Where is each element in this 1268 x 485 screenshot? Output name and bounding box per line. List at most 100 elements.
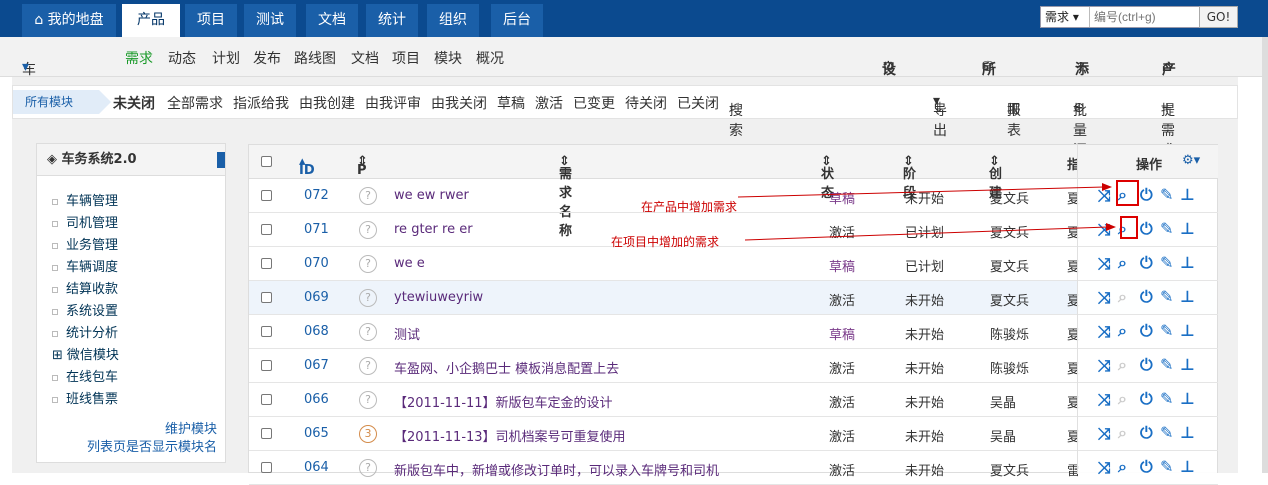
- table-row[interactable]: 071? re gter re er 激活 已计划 夏文兵夏: [249, 213, 1217, 247]
- review-icon[interactable]: ⌕: [1118, 389, 1127, 409]
- search-input[interactable]: [1091, 7, 1199, 27]
- export-button[interactable]: ⇓ 导出 ▾: [933, 93, 947, 139]
- table-row[interactable]: 070? we e 草稿 已计划 夏文兵夏: [249, 247, 1217, 281]
- edit-icon[interactable]: ✎: [1160, 321, 1173, 340]
- expand-icon[interactable]: ⊞: [52, 348, 63, 363]
- maintain-module-link[interactable]: 维护模块: [165, 418, 217, 437]
- table-row[interactable]: 064? 新版包车中，新增或修改订单时，可以录入车牌号和司机 激活 未开始 夏文兵雷: [249, 451, 1217, 485]
- review-icon[interactable]: ⌕: [1118, 423, 1127, 443]
- close-power-icon[interactable]: ⏻: [1140, 389, 1153, 409]
- tab-project[interactable]: 项目: [185, 4, 237, 37]
- sub-item-release[interactable]: 发布: [253, 48, 281, 68]
- row-checkbox[interactable]: [261, 462, 272, 473]
- review-icon[interactable]: ⌕: [1118, 321, 1127, 341]
- story-title[interactable]: 车盈网、小企鹅巴士 模板消息配置上去: [394, 358, 619, 377]
- story-title[interactable]: 新版包车中，新增或修改订单时，可以录入车牌号和司机: [394, 460, 719, 479]
- sitemap-icon[interactable]: ⊥: [1180, 457, 1195, 476]
- sub-item-dynamic[interactable]: 动态: [168, 48, 196, 68]
- module-item[interactable]: 系统设置: [52, 300, 118, 319]
- table-row[interactable]: 066? 【2011-11-11】新版包车定金的设计 激活 未开始 吴晶夏: [249, 383, 1217, 417]
- sitemap-icon[interactable]: ⊥: [1180, 253, 1195, 272]
- row-checkbox[interactable]: [261, 394, 272, 405]
- search-type-select[interactable]: 需求 ▾: [1041, 7, 1090, 27]
- row-checkbox[interactable]: [261, 224, 272, 235]
- module-item[interactable]: 在线包车: [52, 366, 118, 385]
- col-stage[interactable]: 阶段 ⇕: [903, 154, 916, 201]
- change-icon[interactable]: ⤨: [1098, 424, 1111, 444]
- change-icon[interactable]: ⤨: [1098, 220, 1111, 240]
- filter-to-close[interactable]: 待关闭: [625, 93, 667, 113]
- row-checkbox[interactable]: [261, 326, 272, 337]
- filter-created[interactable]: 由我创建: [299, 93, 355, 113]
- tab-product[interactable]: 产品: [122, 4, 180, 37]
- filter-closed-by-me[interactable]: 由我关闭: [431, 93, 487, 113]
- filter-draft[interactable]: 草稿: [497, 93, 525, 113]
- change-icon[interactable]: ⤨: [1098, 458, 1111, 478]
- edit-icon[interactable]: ✎: [1160, 457, 1173, 476]
- story-id[interactable]: 066: [304, 392, 329, 407]
- filter-unclosed[interactable]: 未关闭: [113, 93, 155, 113]
- story-id[interactable]: 068: [304, 324, 329, 339]
- filter-assigned[interactable]: 指派给我: [233, 93, 289, 113]
- edit-icon[interactable]: ✎: [1160, 389, 1173, 408]
- story-id[interactable]: 070: [304, 256, 329, 271]
- row-checkbox[interactable]: [261, 360, 272, 371]
- filter-changed[interactable]: 已变更: [573, 93, 615, 113]
- story-title[interactable]: ytewiuweyriw: [394, 290, 483, 305]
- table-row[interactable]: 069? ytewiuweyriw 激活 未开始 夏文兵夏: [249, 281, 1217, 315]
- story-id[interactable]: 067: [304, 358, 329, 373]
- row-checkbox[interactable]: [261, 292, 272, 303]
- sub-item-module[interactable]: 模块: [434, 48, 462, 68]
- table-row[interactable]: 065 3 【2011-11-13】司机档案号可重复使用 激活 未开始 吴晶夏: [249, 417, 1217, 451]
- sitemap-icon[interactable]: ⊥: [1180, 355, 1195, 374]
- change-icon[interactable]: ⤨: [1098, 322, 1111, 342]
- story-title[interactable]: re gter re er: [394, 222, 473, 237]
- column-settings-icon[interactable]: ⚙▾: [1182, 153, 1200, 168]
- edit-icon[interactable]: ✎: [1160, 185, 1173, 204]
- tab-doc[interactable]: 文档: [306, 4, 358, 37]
- sub-item-overview[interactable]: 概况: [476, 48, 504, 68]
- tab-stats[interactable]: 统计: [366, 4, 418, 37]
- close-power-icon[interactable]: ⏻: [1140, 219, 1153, 239]
- row-checkbox[interactable]: [261, 428, 272, 439]
- search-go-button[interactable]: GO!: [1199, 6, 1238, 28]
- module-item[interactable]: 车辆调度: [52, 256, 118, 275]
- review-icon[interactable]: ⌕: [1118, 355, 1127, 375]
- filter-closed[interactable]: 已关闭: [677, 93, 719, 113]
- show-module-name-link[interactable]: 列表页是否显示模块名: [87, 436, 217, 455]
- module-breadcrumb[interactable]: 所有模块: [13, 90, 111, 114]
- tab-my[interactable]: ⌂ 我的地盘: [22, 4, 116, 37]
- story-id[interactable]: 071: [304, 222, 329, 237]
- story-id[interactable]: 072: [304, 188, 329, 203]
- module-item[interactable]: 司机管理: [52, 212, 118, 231]
- sub-item-story[interactable]: 需求: [125, 48, 153, 68]
- sitemap-icon[interactable]: ⊥: [1180, 287, 1195, 306]
- select-all-checkbox[interactable]: [261, 156, 272, 167]
- tab-admin[interactable]: 后台: [491, 4, 543, 37]
- story-title[interactable]: 测试: [394, 324, 420, 343]
- close-power-icon[interactable]: ⏻: [1140, 321, 1153, 341]
- sitemap-icon[interactable]: ⊥: [1180, 321, 1195, 340]
- filter-reviewed[interactable]: 由我评审: [365, 93, 421, 113]
- edit-icon[interactable]: ✎: [1160, 253, 1173, 272]
- edit-icon[interactable]: ✎: [1160, 219, 1173, 238]
- module-item[interactable]: 业务管理: [52, 234, 118, 253]
- story-id[interactable]: 065: [304, 426, 329, 441]
- story-title[interactable]: we ew rwer: [394, 188, 469, 203]
- row-checkbox[interactable]: [261, 190, 272, 201]
- edit-icon[interactable]: ✎: [1160, 355, 1173, 374]
- sidebar-toggle[interactable]: [217, 152, 225, 168]
- sitemap-icon[interactable]: ⊥: [1180, 423, 1195, 442]
- close-power-icon[interactable]: ⏻: [1140, 423, 1153, 443]
- sitemap-icon[interactable]: ⊥: [1180, 185, 1195, 204]
- tab-test[interactable]: 测试: [244, 4, 296, 37]
- change-icon[interactable]: ⤨: [1098, 356, 1111, 376]
- close-power-icon[interactable]: ⏻: [1140, 457, 1153, 477]
- edit-icon[interactable]: ✎: [1160, 287, 1173, 306]
- sub-item-roadmap[interactable]: 路线图: [294, 48, 336, 68]
- filter-active[interactable]: 激活: [535, 93, 563, 113]
- review-icon[interactable]: ⌕: [1118, 287, 1127, 307]
- change-icon[interactable]: ⤨: [1098, 390, 1111, 410]
- filter-all[interactable]: 全部需求: [167, 93, 223, 113]
- col-id[interactable]: ID ▴: [299, 154, 315, 178]
